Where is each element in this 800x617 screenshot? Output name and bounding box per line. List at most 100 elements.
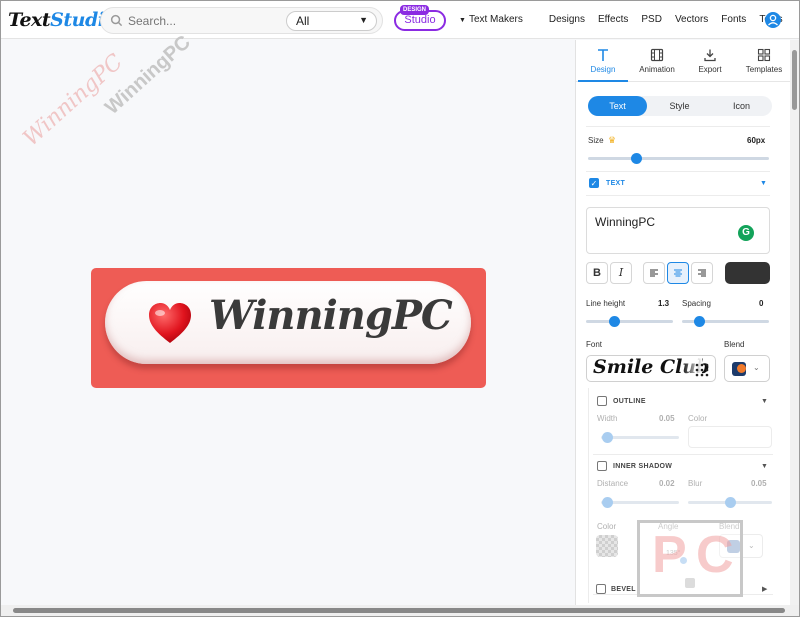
search-icon bbox=[110, 14, 123, 27]
design-canvas[interactable]: WinningPC WinningPC WinningPC bbox=[1, 31, 575, 605]
tab-export-label: Export bbox=[698, 65, 722, 74]
line-height-slider-track[interactable] bbox=[586, 320, 673, 323]
pc-watermark-letter-p: P bbox=[652, 526, 687, 584]
text-section-title: TEXT bbox=[606, 180, 626, 187]
search-bar: All ▼ bbox=[100, 7, 383, 34]
size-slider-track[interactable] bbox=[588, 157, 769, 160]
shadow-color-swatch[interactable] bbox=[596, 535, 618, 557]
blend-label: Blend bbox=[724, 340, 745, 349]
chevron-down-icon: ⌄ bbox=[748, 541, 755, 550]
blend-mode-icon-dot bbox=[737, 364, 746, 373]
chevron-down-icon[interactable]: ▼ bbox=[760, 180, 767, 187]
align-center-icon bbox=[674, 269, 682, 277]
bold-button[interactable]: B bbox=[586, 262, 608, 284]
outline-width-value: 0.05 bbox=[659, 414, 675, 423]
outline-checkbox[interactable] bbox=[597, 396, 607, 406]
tab-animation[interactable]: Animation bbox=[632, 48, 682, 74]
size-slider-knob[interactable] bbox=[631, 153, 643, 164]
panel-scrollbar-thumb[interactable] bbox=[792, 50, 797, 110]
divider bbox=[593, 454, 773, 455]
artwork-text[interactable]: WinningPC bbox=[209, 292, 453, 339]
artboard[interactable]: WinningPC bbox=[91, 268, 486, 388]
nav-designs[interactable]: Designs bbox=[549, 14, 585, 25]
tab-design[interactable]: Design bbox=[578, 48, 628, 74]
blur-slider-knob[interactable] bbox=[724, 497, 736, 508]
segment-control: Text Style Icon bbox=[588, 96, 772, 116]
search-input[interactable] bbox=[128, 12, 278, 30]
italic-button[interactable]: I bbox=[610, 262, 632, 284]
outline-section-title: OUTLINE bbox=[613, 398, 646, 405]
nav-text-makers[interactable]: ▼ Text Makers bbox=[459, 14, 536, 25]
segment-style[interactable]: Style bbox=[650, 96, 709, 116]
chevron-down-icon[interactable]: ▼ bbox=[761, 398, 768, 405]
font-picker[interactable]: Smile Club bbox=[586, 355, 716, 382]
nav-fonts[interactable]: Fonts bbox=[721, 14, 746, 25]
nav-effects[interactable]: Effects bbox=[598, 14, 628, 25]
blend-mode-select[interactable]: ⌄ bbox=[724, 355, 770, 382]
spacing-value: 0 bbox=[759, 299, 764, 308]
tab-templates[interactable]: Templates bbox=[739, 48, 789, 74]
logo-text: Text bbox=[8, 9, 51, 31]
segment-icon[interactable]: Icon bbox=[712, 96, 771, 116]
inner-shadow-section-title: INNER SHADOW bbox=[613, 463, 673, 470]
tab-animation-label: Animation bbox=[639, 65, 675, 74]
nav-psd[interactable]: PSD bbox=[641, 14, 662, 25]
text-pill-shape[interactable]: WinningPC bbox=[105, 281, 471, 364]
top-navigation-bar: TextStudio All▼ DESIGN Studio ▼Text Make… bbox=[1, 1, 799, 39]
film-icon bbox=[650, 48, 664, 62]
app-window: TextStudio All▼ DESIGN Studio ▼Text Make… bbox=[0, 0, 800, 617]
segment-text[interactable]: Text bbox=[588, 96, 647, 116]
heart-icon[interactable] bbox=[147, 301, 193, 345]
user-account-icon[interactable] bbox=[765, 12, 781, 28]
outline-width-slider-knob[interactable] bbox=[601, 432, 613, 443]
text-input-value: WinningPC bbox=[595, 215, 656, 229]
outline-color-input[interactable] bbox=[688, 426, 772, 448]
dots-grid-icon[interactable] bbox=[695, 363, 709, 377]
design-badge: DESIGN bbox=[400, 5, 430, 15]
canvas-scrollbar-thumb[interactable] bbox=[13, 608, 785, 613]
text-color-swatch[interactable] bbox=[725, 262, 770, 284]
chevron-down-icon: ▼ bbox=[359, 15, 368, 25]
divider bbox=[586, 126, 770, 127]
chevron-right-icon[interactable]: ▶ bbox=[762, 585, 767, 593]
chevron-down-icon: ⌄ bbox=[753, 363, 760, 372]
line-height-label: Line height bbox=[586, 299, 626, 308]
tab-export[interactable]: Export bbox=[685, 48, 735, 74]
line-height-value: 1.3 bbox=[658, 299, 670, 308]
align-right-icon bbox=[698, 269, 706, 277]
blur-value: 0.05 bbox=[751, 479, 767, 488]
line-height-slider-knob[interactable] bbox=[609, 316, 621, 327]
search-category-value: All bbox=[296, 14, 310, 28]
text-t-icon bbox=[598, 49, 608, 61]
distance-value: 0.02 bbox=[659, 479, 675, 488]
align-right-button[interactable] bbox=[691, 262, 713, 284]
nav-vectors[interactable]: Vectors bbox=[675, 14, 708, 25]
studio-button[interactable]: DESIGN Studio bbox=[394, 5, 446, 31]
main-nav: ▼ Text Makers Designs Effects PSD Vectors Font… bbox=[459, 14, 796, 25]
outline-color-label: Color bbox=[688, 414, 708, 423]
size-value: 60px bbox=[747, 136, 766, 145]
tab-design-label: Design bbox=[590, 65, 616, 74]
align-center-button[interactable] bbox=[667, 262, 689, 284]
distance-slider-knob[interactable] bbox=[601, 497, 613, 508]
spacing-slider-knob[interactable] bbox=[693, 316, 705, 327]
shadow-color-label: Color bbox=[597, 522, 617, 531]
spacing-label: Spacing bbox=[682, 299, 711, 308]
nav-text-makers-label: Text Makers bbox=[468, 14, 523, 25]
align-left-button[interactable] bbox=[643, 262, 665, 284]
panel-scrollbar[interactable] bbox=[790, 40, 799, 605]
grammarly-icon[interactable]: G bbox=[738, 225, 754, 241]
search-category-select[interactable]: All ▼ bbox=[286, 11, 377, 31]
pc-watermark-logo: P C bbox=[637, 520, 743, 597]
crown-icon: ♛ bbox=[608, 135, 617, 145]
text-section-checkbox[interactable]: ✓ bbox=[589, 178, 599, 188]
pc-watermark-letter-c: C bbox=[696, 526, 734, 584]
canvas-horizontal-scrollbar[interactable] bbox=[1, 605, 799, 616]
divider bbox=[586, 195, 770, 196]
inner-shadow-checkbox[interactable] bbox=[597, 461, 607, 471]
distance-label: Distance bbox=[597, 479, 629, 488]
chevron-down-icon[interactable]: ▼ bbox=[761, 463, 768, 470]
bevel-checkbox[interactable] bbox=[596, 584, 606, 594]
outline-width-label: Width bbox=[597, 414, 618, 423]
download-icon bbox=[704, 49, 716, 62]
